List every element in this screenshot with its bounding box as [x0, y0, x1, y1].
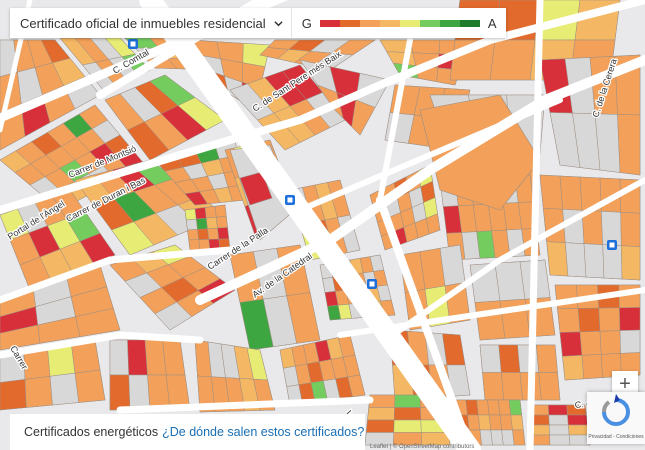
- metro-station-icon[interactable]: [367, 279, 377, 289]
- map-attribution[interactable]: Leaflet | © OpenStreetMap contributors: [370, 444, 474, 450]
- legend-swatch: [379, 19, 400, 27]
- legend-swatch: [399, 19, 420, 27]
- energy-legend: G A: [292, 8, 507, 38]
- legend-swatch: [439, 19, 460, 27]
- metro-station-icon[interactable]: [607, 240, 617, 250]
- legend-color-ramp: [319, 19, 480, 27]
- layer-select-label: Certificado oficial de inmuebles residen…: [20, 15, 266, 31]
- legend-swatch: [339, 19, 360, 27]
- legend-swatch: [459, 19, 480, 27]
- recaptcha-badge[interactable]: Privacidad - Condiciones: [587, 392, 645, 444]
- map-canvas[interactable]: C. Comtal C. de Sant Pere més Baix C. de l…: [0, 0, 645, 450]
- legend-swatch: [319, 19, 340, 27]
- chevron-down-icon: [274, 20, 283, 26]
- footer-panel: Certificados energéticos ¿De dónde salen…: [10, 414, 365, 450]
- metro-station-icon[interactable]: [285, 195, 295, 205]
- legend-high-label: A: [487, 15, 497, 31]
- certificates-info-link[interactable]: ¿De dónde salen estos certificados?: [162, 425, 364, 439]
- recaptcha-text: Privacidad - Condiciones: [588, 434, 644, 440]
- legend-swatch: [359, 19, 380, 27]
- recaptcha-icon: [602, 394, 630, 426]
- legend-swatch: [419, 19, 440, 27]
- footer-label: Certificados energéticos: [24, 425, 159, 439]
- map-toolbar: Certificado oficial de inmuebles residen…: [10, 8, 507, 38]
- metro-station-icon[interactable]: [128, 39, 138, 49]
- legend-low-label: G: [301, 15, 312, 31]
- layer-select[interactable]: Certificado oficial de inmuebles residen…: [10, 8, 292, 38]
